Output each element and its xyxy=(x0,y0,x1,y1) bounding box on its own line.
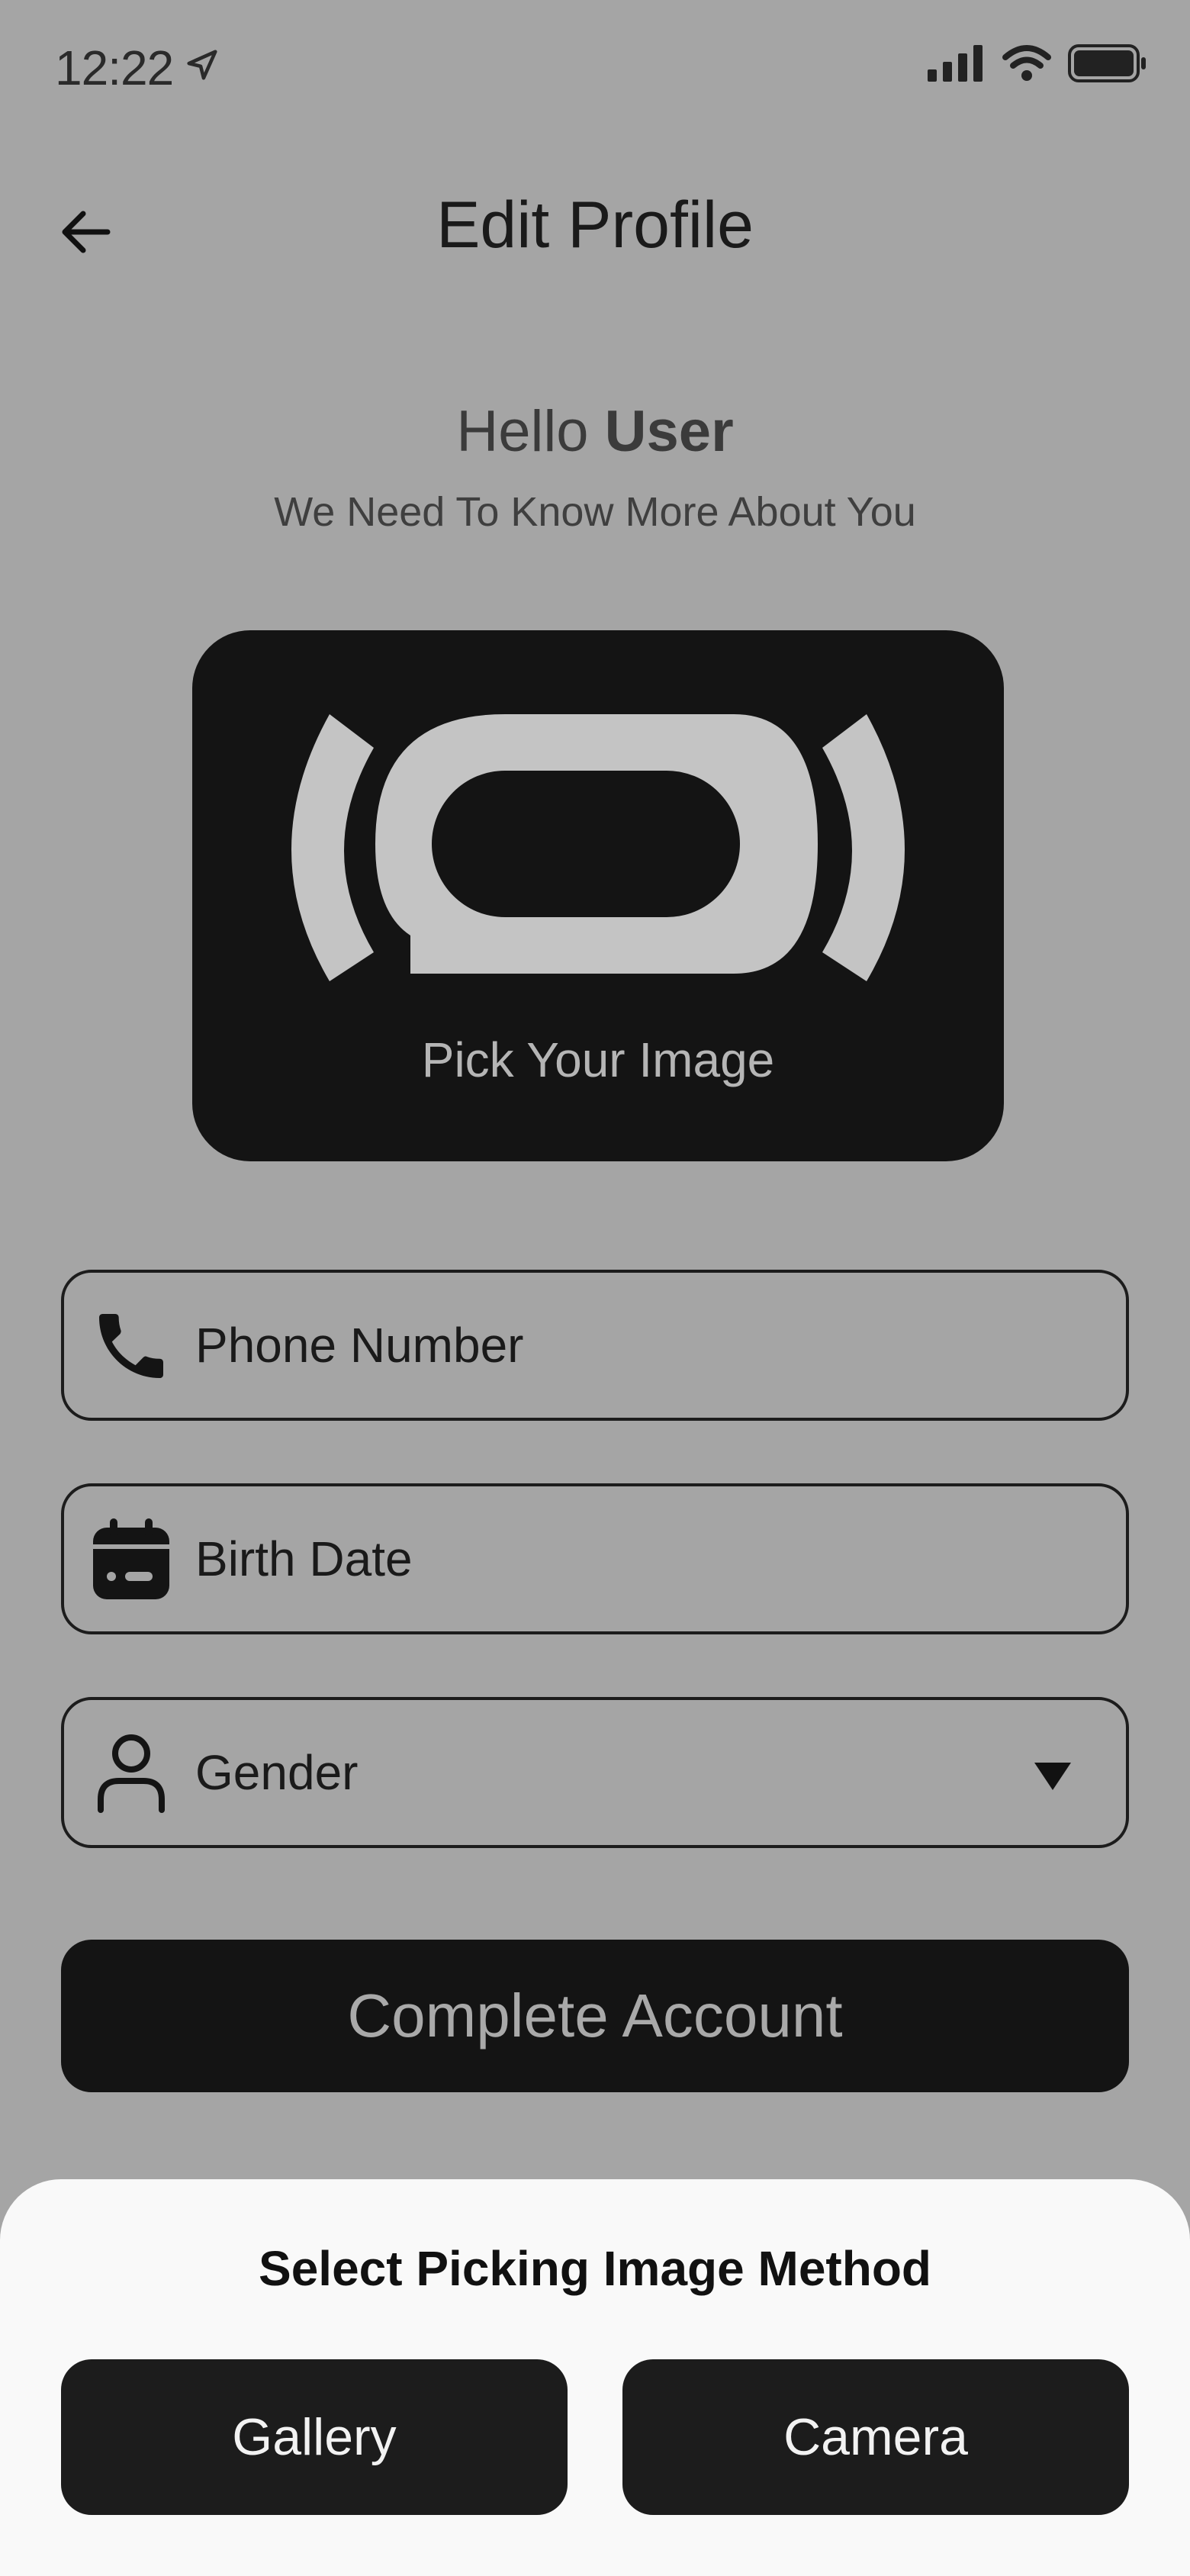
page-title: Edit Profile xyxy=(436,188,754,262)
birth-date-placeholder: Birth Date xyxy=(195,1531,413,1586)
status-icons xyxy=(928,44,1147,82)
greeting-prefix: Hello xyxy=(456,399,605,464)
battery-icon xyxy=(1068,44,1146,82)
complete-account-button[interactable]: Complete Account xyxy=(61,1940,1129,2092)
image-picker-label: Pick Your Image xyxy=(421,1032,775,1087)
status-time: 12:22 xyxy=(55,40,174,95)
dropdown-arrow-icon xyxy=(1034,1763,1071,1790)
greeting: Hello User xyxy=(0,398,1190,465)
edit-profile-screen: 12:22 Edit Profile Hello User We Need To xyxy=(0,0,1190,2576)
gender-select[interactable]: Gender xyxy=(61,1697,1129,1848)
subtitle: We Need To Know More About You xyxy=(274,489,916,535)
person-icon xyxy=(88,1731,174,1816)
sheet-title: Select Picking Image Method xyxy=(259,2241,931,2296)
gallery-button[interactable]: Gallery xyxy=(61,2359,568,2515)
birth-date-field[interactable]: Birth Date xyxy=(61,1483,1129,1634)
phone-number-field[interactable]: Phone Number xyxy=(61,1270,1129,1421)
calendar-icon xyxy=(88,1517,174,1602)
location-arrow-icon xyxy=(187,50,217,80)
signal-icon xyxy=(928,45,983,82)
image-method-bottom-sheet: Select Picking Image Method Gallery Came… xyxy=(0,2179,1190,2576)
camera-button[interactable]: Camera xyxy=(622,2359,1129,2515)
greeting-name: User xyxy=(604,399,734,464)
image-picker-card[interactable]: Pick Your Image xyxy=(192,630,1004,1161)
wifi-icon xyxy=(1002,45,1051,81)
phone-icon xyxy=(88,1303,174,1389)
phone-number-placeholder: Phone Number xyxy=(195,1318,524,1373)
gender-placeholder: Gender xyxy=(195,1745,359,1800)
image-picker-icon xyxy=(291,714,905,981)
